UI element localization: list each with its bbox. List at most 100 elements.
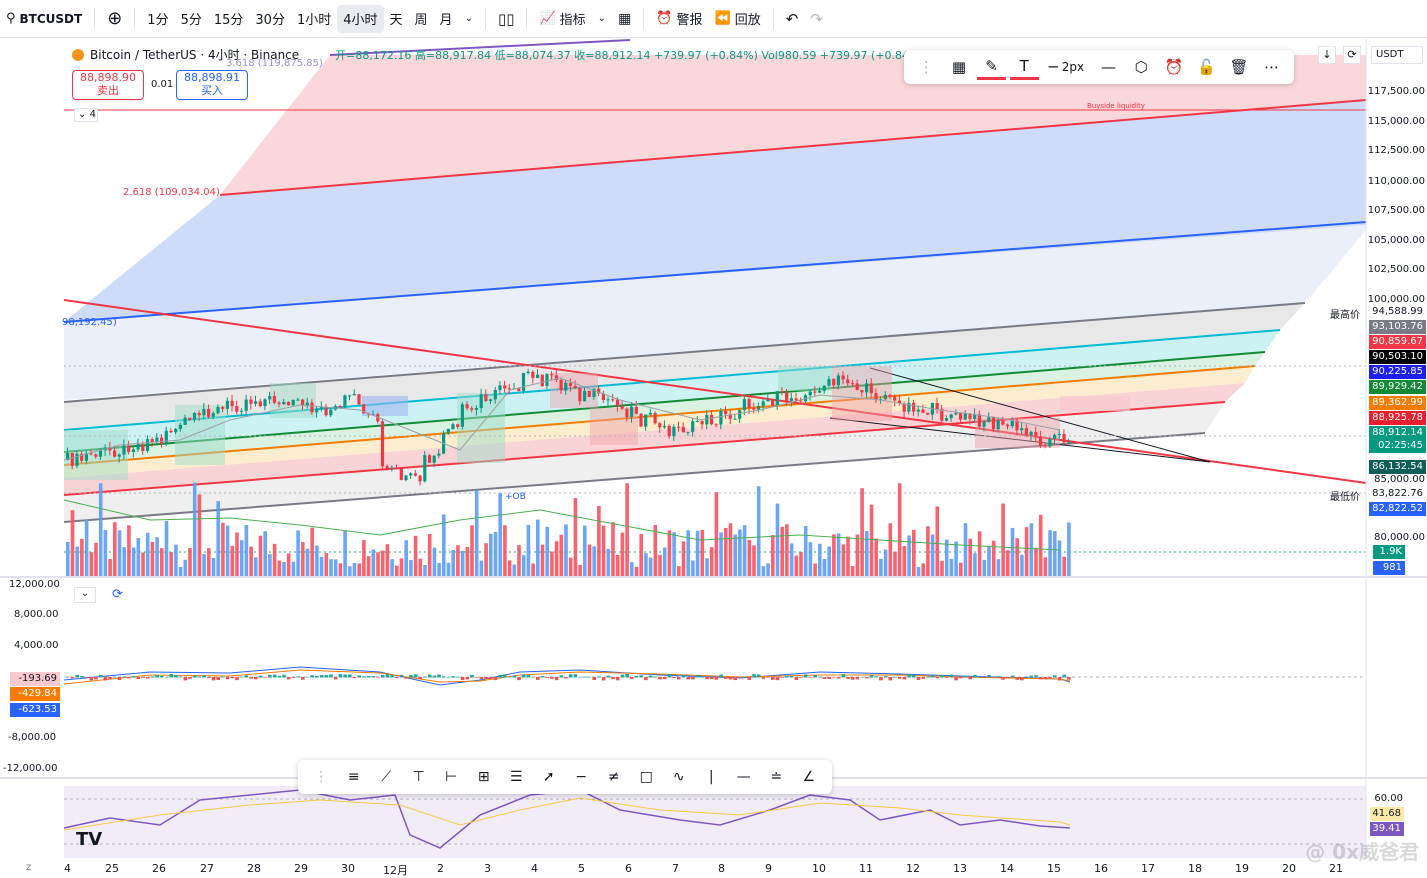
alert-button[interactable]: ⏰ 警报 xyxy=(650,5,708,33)
price-axis-tag: 82,822.52 xyxy=(1369,502,1426,516)
candle-body xyxy=(296,399,300,401)
volume-bar xyxy=(662,547,667,577)
text-color-icon[interactable]: T xyxy=(1009,54,1039,80)
macd-bar xyxy=(160,675,164,678)
volume-bar xyxy=(366,556,371,577)
template-icon[interactable]: ▦ xyxy=(945,54,974,80)
volume-bar xyxy=(1062,556,1066,577)
refresh-icon[interactable]: ⟳ xyxy=(1343,46,1361,64)
volume-bar xyxy=(827,546,831,577)
date-axis[interactable]: z 4 25 26 27 28 29 30 12月 2 3 4 5 6 7 8 9 10 11 12 13 14 15 16… xyxy=(0,860,1427,877)
fib-channel-icon[interactable]: ☰ xyxy=(501,764,532,790)
volume-bar xyxy=(536,519,540,577)
timeframe-4h[interactable]: 4小时 xyxy=(337,4,384,33)
redo-icon[interactable]: ↷ xyxy=(804,5,829,33)
macd-bar xyxy=(1062,674,1066,678)
top-toolbar: ⚲ BTCUSDT ⊕ 1分 5分 15分 30分 1小时 4小时 天 周 月 … xyxy=(0,0,1427,38)
angle-icon[interactable]: ∠ xyxy=(794,764,825,790)
timeframe-1d[interactable]: 天 xyxy=(384,5,409,33)
chart-legend: Bitcoin / TetherUS · 4小时 · Binance 开=88,… xyxy=(72,46,909,63)
indicators-button[interactable]: 📈 指标 ⌄ xyxy=(533,5,612,33)
timeframe-1w[interactable]: 周 xyxy=(409,5,434,33)
timeframe-5m[interactable]: 5分 xyxy=(175,5,208,33)
chart-canvas[interactable] xyxy=(0,39,1427,875)
macd-bar xyxy=(780,677,784,678)
volume-bar xyxy=(371,549,376,577)
candle-body xyxy=(113,450,117,457)
candle-body xyxy=(413,473,417,476)
settings-icon[interactable]: ⬡ xyxy=(1127,54,1156,80)
macd-bar xyxy=(865,677,869,679)
buyside-liquidity-label: Buyside liquidity xyxy=(1087,102,1145,110)
volume-bar xyxy=(376,552,380,577)
candle-body xyxy=(470,408,474,410)
macd-bar xyxy=(188,677,192,679)
drag-handle-icon[interactable]: ⋮ xyxy=(912,54,941,80)
sell-button[interactable]: 88,898.90 卖出 xyxy=(72,70,144,100)
horizontal-line-icon[interactable]: — xyxy=(729,764,760,790)
macd-bar xyxy=(869,675,874,678)
candle-body xyxy=(1001,420,1005,425)
symbol-search[interactable]: ⚲ BTCUSDT xyxy=(0,5,88,33)
date-range-icon[interactable]: ⊢ xyxy=(436,764,467,790)
line-width-button[interactable]: ─ 2px xyxy=(1043,54,1091,80)
horizontal-ray-icon[interactable]: − xyxy=(566,764,597,790)
volume-bar xyxy=(695,530,700,577)
timeframe-1mo[interactable]: 月 xyxy=(434,5,459,33)
candle-type-icon[interactable]: ▯▯ xyxy=(492,5,521,33)
layout-grid-icon[interactable]: ▦ xyxy=(612,5,637,33)
macd-bar xyxy=(489,677,493,680)
macd-bar xyxy=(108,677,112,680)
timeframe-1m[interactable]: 1分 xyxy=(141,5,174,33)
candle-body xyxy=(738,410,742,419)
volume-bar xyxy=(912,529,916,577)
rectangle-icon[interactable]: □ xyxy=(631,764,662,790)
line-style-icon[interactable]: — xyxy=(1094,54,1123,80)
chevron-down-icon: ⌄ xyxy=(78,109,87,120)
timeframe-1h[interactable]: 1小时 xyxy=(291,5,337,33)
macd-value-tag: -623.53 xyxy=(10,703,60,717)
pencil-color-icon[interactable]: ✎ xyxy=(977,54,1006,80)
macd-settings-icon[interactable]: ⟳ xyxy=(112,587,123,602)
indicator-collapse-toggle[interactable]: ⌄ 4 xyxy=(74,108,98,122)
path-icon[interactable]: ∿ xyxy=(664,764,695,790)
trash-icon[interactable]: 🗑 xyxy=(1225,54,1254,80)
drag-handle-icon[interactable]: ⋮ xyxy=(306,764,337,790)
macd-bar xyxy=(592,677,596,680)
trend-line-icon[interactable]: ⟋ xyxy=(371,764,402,790)
price-tick: 107,500.00 xyxy=(1367,205,1425,216)
date-price-range-icon[interactable]: ⊞ xyxy=(469,764,500,790)
candle-body xyxy=(709,415,714,425)
macd-bar xyxy=(620,674,625,678)
macd-bar xyxy=(799,677,803,678)
regression-trend-icon[interactable]: ≡ xyxy=(339,764,370,790)
pitchfork-icon[interactable]: ≐ xyxy=(761,764,792,790)
macd-bar xyxy=(597,676,601,678)
volume-bar xyxy=(230,545,235,577)
buy-button[interactable]: 88,898.91 买入 xyxy=(176,70,248,100)
macd-collapse-toggle[interactable]: ⌄ xyxy=(74,587,96,603)
replay-button[interactable]: ⏪ 回放 xyxy=(709,5,767,33)
candle-body xyxy=(291,399,295,406)
macd-bar xyxy=(1029,675,1034,678)
more-icon[interactable]: ⋯ xyxy=(1257,54,1286,80)
vertical-line-icon[interactable]: | xyxy=(696,764,727,790)
lock-icon[interactable]: 🔓 xyxy=(1192,54,1221,80)
candle-body xyxy=(724,410,728,415)
add-symbol-button[interactable]: ⊕ xyxy=(101,5,128,33)
macd-bar xyxy=(573,674,578,678)
ray-icon[interactable]: ➚ xyxy=(534,764,565,790)
undo-icon[interactable]: ↶ xyxy=(780,5,805,33)
volume-bar xyxy=(601,525,606,577)
timeframe-15m[interactable]: 15分 xyxy=(208,5,250,33)
currency-selector[interactable]: USDT xyxy=(1371,46,1423,64)
timeframe-30m[interactable]: 30分 xyxy=(249,5,291,33)
parallel-channel-icon[interactable]: ≠ xyxy=(599,764,630,790)
scroll-down-icon[interactable]: ↓ xyxy=(1318,46,1336,64)
price-range-icon[interactable]: ⊤ xyxy=(404,764,435,790)
timeframe-dropdown-icon[interactable]: ⌄ xyxy=(459,5,479,33)
alert-add-icon[interactable]: ⏰ xyxy=(1159,54,1188,80)
candle-body xyxy=(343,395,347,408)
macd-bar xyxy=(630,677,634,679)
macd-bar xyxy=(239,676,244,678)
